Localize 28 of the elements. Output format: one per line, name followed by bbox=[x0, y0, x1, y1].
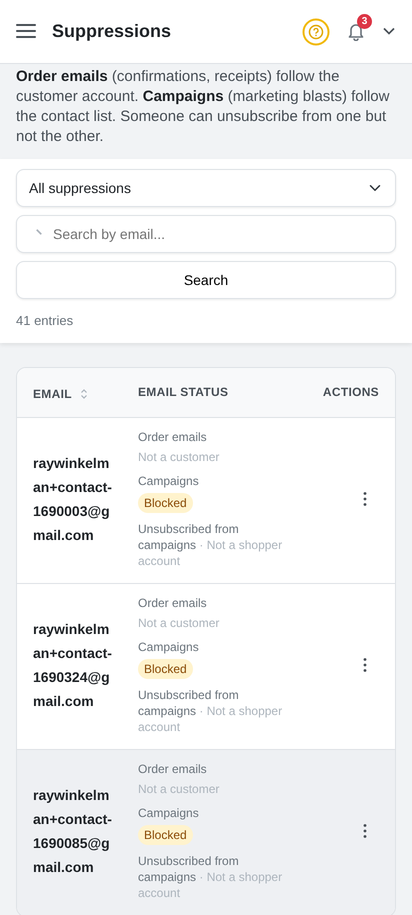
status-detail: Unsubscribed from campaigns · Not a shopper account bbox=[138, 520, 284, 568]
status-value: Not a customer bbox=[138, 780, 220, 796]
status-tag: Blocked bbox=[138, 492, 193, 512]
email-address: raywinkelman+contact-1690003@gmail.com bbox=[33, 454, 113, 544]
search-button[interactable]: Search bbox=[16, 261, 396, 299]
filter-dropdown[interactable]: All suppressions bbox=[16, 169, 396, 207]
status-detail: Unsubscribed from campaigns · Not a shopper account bbox=[138, 852, 284, 900]
column-header: ACTIONS bbox=[322, 384, 379, 401]
notification-badge: 3 bbox=[357, 14, 372, 28]
page-title: Suppressions bbox=[52, 20, 172, 42]
entries-count: 41 entries bbox=[16, 312, 74, 330]
search-field[interactable]: Search by email... bbox=[16, 215, 396, 253]
status-label: Campaigns bbox=[138, 472, 199, 488]
status-label: Campaigns bbox=[138, 638, 199, 654]
info-text: Order emails (confirmations, receipts) follow the customer account. Campaigns (marketing blasts) follow the contact list. Someone can unsubscribe from one but not the other. bbox=[15, 67, 390, 147]
email-address: raywinkelman+contact-1690085@gmail.com bbox=[33, 786, 113, 876]
status-value: Not a customer bbox=[138, 448, 220, 464]
column-header[interactable]: EMAIL bbox=[33, 384, 72, 402]
status-label: Order emails bbox=[138, 594, 207, 610]
status-value: Not a customer bbox=[138, 614, 220, 630]
status-label: Order emails bbox=[138, 428, 207, 444]
column-header: EMAIL STATUS bbox=[138, 384, 228, 401]
status-label: Order emails bbox=[138, 760, 207, 776]
status-tag: Blocked bbox=[138, 658, 193, 678]
status-label: Campaigns bbox=[138, 804, 199, 820]
status-tag: Blocked bbox=[138, 824, 193, 844]
email-address: raywinkelman+contact-1690324@gmail.com bbox=[33, 620, 113, 710]
status-detail: Unsubscribed from campaigns · Not a shopper account bbox=[138, 686, 284, 734]
